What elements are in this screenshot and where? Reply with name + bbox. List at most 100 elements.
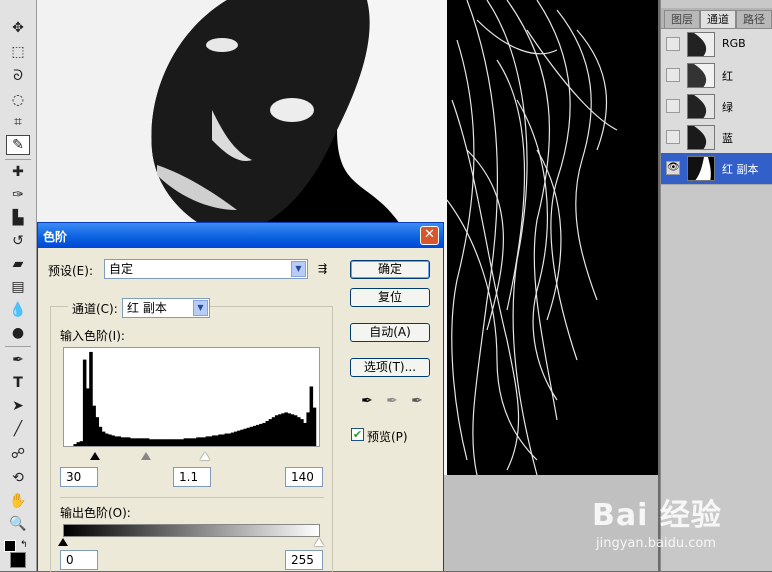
baidu-watermark: Bai 经验 jingyan.baidu.com	[592, 490, 767, 560]
output-white-slider[interactable]	[314, 538, 324, 546]
preset-value: 自定	[109, 262, 134, 276]
crop-icon[interactable]: ⌗	[6, 112, 30, 132]
visibility-toggle[interactable]	[666, 37, 680, 51]
visibility-toggle[interactable]	[666, 130, 680, 144]
foreground-color-swatch[interactable]	[4, 540, 16, 552]
reset-button[interactable]: 复位	[350, 288, 430, 307]
preset-dropdown[interactable]: 自定 ▼	[104, 259, 308, 279]
eye-icon[interactable]: 👁	[666, 161, 680, 175]
white-point-eyedropper-icon[interactable]: ✒	[409, 393, 425, 413]
gray-point-eyedropper-icon[interactable]: ✒	[384, 393, 400, 413]
stamp-icon[interactable]: ▙	[6, 208, 30, 228]
input-gamma-field[interactable]: 1.1	[173, 467, 211, 487]
input-white-slider[interactable]	[200, 452, 210, 460]
channel-row-blue[interactable]: 蓝	[661, 122, 772, 154]
histogram-bar	[196, 437, 200, 446]
input-black-field[interactable]: 30	[60, 467, 98, 487]
histogram-bar	[211, 435, 216, 446]
background-color-swatch[interactable]	[10, 552, 26, 568]
output-black-slider[interactable]	[58, 538, 68, 546]
histogram-bar	[101, 431, 106, 446]
histogram-bar	[256, 424, 260, 446]
tab-paths[interactable]: 路径	[736, 10, 772, 28]
histogram-bar	[189, 438, 194, 446]
tab-channels[interactable]: 通道	[700, 10, 736, 28]
lasso-icon[interactable]: ᘐ	[6, 66, 30, 86]
channel-thumbnail	[687, 156, 715, 181]
histogram-bar	[293, 415, 298, 446]
histogram-bar	[243, 428, 247, 446]
pen-icon[interactable]: ✒	[6, 350, 30, 370]
histogram-bar	[149, 439, 153, 446]
input-gamma-slider[interactable]	[141, 452, 151, 460]
histogram-bar	[205, 436, 210, 446]
histogram-bar	[117, 436, 122, 446]
output-white-field[interactable]: 255	[285, 550, 323, 570]
output-black-field[interactable]: 0	[60, 550, 98, 570]
channel-row-red-copy[interactable]: 👁 红 副本	[661, 153, 772, 185]
histogram-bar	[199, 437, 203, 446]
line-icon[interactable]: ╱	[6, 419, 30, 439]
preview-checkbox[interactable]: ✔	[351, 428, 364, 441]
brush-icon[interactable]: ✑	[6, 185, 30, 205]
channel-row-red[interactable]: 红	[661, 60, 772, 92]
gradient-icon[interactable]: ▤	[6, 277, 30, 297]
input-levels-label: 输入色阶(I):	[60, 329, 125, 343]
histogram-bar	[312, 407, 317, 446]
eraser-icon[interactable]: ▰	[6, 254, 30, 274]
rotate-view-icon[interactable]: ⟲	[6, 468, 30, 488]
eyedropper-icon[interactable]: ✎	[6, 135, 30, 155]
visibility-toggle[interactable]	[666, 68, 680, 82]
hand-icon[interactable]: ✋	[6, 491, 30, 511]
marquee-icon[interactable]: ⬚	[6, 42, 30, 62]
blur-icon[interactable]: 💧	[6, 300, 30, 320]
histogram-bar	[152, 439, 156, 446]
channel-dropdown[interactable]: 红 副本 ▼	[122, 298, 210, 318]
quick-select-icon[interactable]: ◌	[6, 90, 30, 110]
path-select-icon[interactable]: ➤	[6, 396, 30, 416]
histogram-bar	[139, 438, 144, 446]
histogram-bar	[240, 429, 244, 446]
preset-options-icon[interactable]: ⇶	[318, 262, 327, 275]
dialog-titlebar[interactable]: 色阶 ✕	[38, 223, 443, 248]
ok-button[interactable]: 确定	[350, 260, 430, 279]
watermark-logo: Bai 经验	[592, 498, 722, 533]
toolbar-divider	[5, 346, 31, 347]
chevron-down-icon: ▼	[193, 300, 208, 316]
auto-button[interactable]: 自动(A)	[350, 323, 430, 342]
histogram-bar	[82, 359, 87, 446]
toolbar-divider	[5, 159, 31, 160]
channel-row-green[interactable]: 绿	[661, 91, 772, 123]
channel-thumbnail	[687, 32, 715, 57]
preset-label: 预设(E):	[48, 264, 93, 278]
channel-row-rgb[interactable]: RGB	[661, 29, 772, 61]
visibility-toggle[interactable]	[666, 99, 680, 113]
type-icon[interactable]: T	[6, 373, 30, 393]
move-icon[interactable]: ✥	[6, 18, 30, 38]
close-button[interactable]: ✕	[420, 226, 439, 245]
histogram-bar	[193, 438, 197, 446]
channel-name: 红 副本	[722, 163, 759, 176]
input-white-field[interactable]: 140	[285, 467, 323, 487]
histogram-bar	[126, 437, 131, 446]
histogram-bar	[234, 431, 238, 446]
swap-colors-icon[interactable]: ↰	[20, 540, 28, 550]
zoom-icon[interactable]: 🔍	[6, 514, 30, 534]
input-black-slider[interactable]	[90, 452, 100, 460]
channel-name: 红	[722, 70, 733, 83]
preview-label[interactable]: 预览(P)	[367, 428, 408, 445]
histogram-bar	[281, 413, 285, 446]
black-point-eyedropper-icon[interactable]: ✒	[359, 393, 375, 413]
channel-name: 蓝	[722, 132, 733, 145]
histogram-bar	[98, 426, 103, 446]
histogram-bar	[262, 422, 266, 446]
histogram-bar	[73, 444, 77, 446]
3d-icon[interactable]: ☍	[6, 444, 30, 464]
history-brush-icon[interactable]: ↺	[6, 231, 30, 251]
histogram-bar	[89, 351, 93, 446]
dodge-icon[interactable]: ●	[6, 323, 30, 343]
heal-icon[interactable]: ✚	[6, 162, 30, 182]
options-button[interactable]: 选项(T)...	[350, 358, 430, 377]
tab-layers[interactable]: 图层	[664, 10, 700, 28]
histogram-bar	[202, 437, 207, 446]
